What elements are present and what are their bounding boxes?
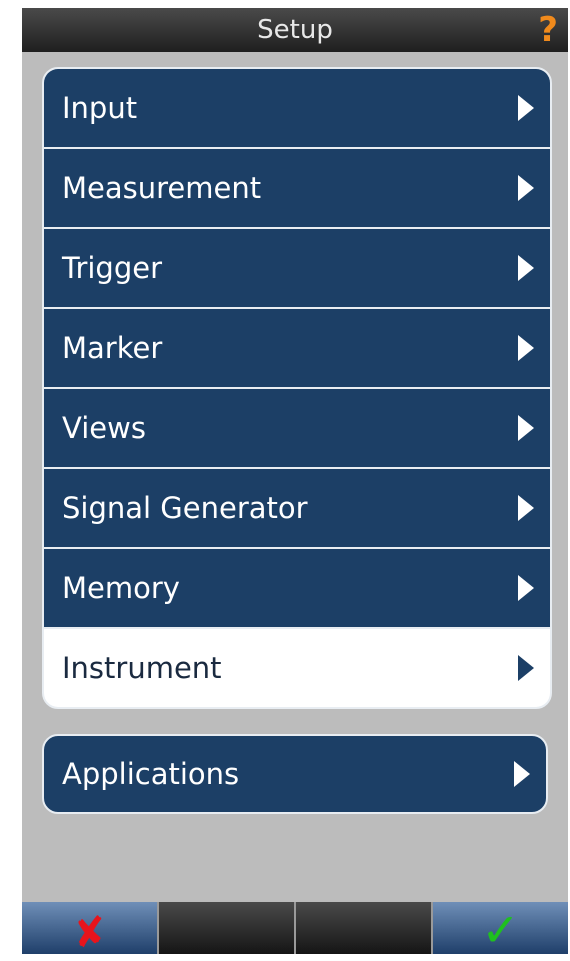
chevron-right-icon	[518, 95, 534, 121]
question-mark-icon[interactable]: ?	[538, 10, 558, 50]
page-title: Setup	[257, 15, 333, 45]
chevron-right-icon	[518, 335, 534, 361]
green-check-icon: ✓	[481, 903, 520, 954]
chevron-right-icon	[518, 415, 534, 441]
menu-item-label: Memory	[62, 571, 180, 605]
cancel-button[interactable]: ✘	[22, 902, 159, 954]
applications-label: Applications	[62, 757, 240, 791]
setup-menu: Input Measurement Trigger Marker Views S…	[42, 67, 552, 709]
ok-button[interactable]: ✓	[433, 902, 568, 954]
menu-item-views[interactable]: Views	[44, 389, 550, 467]
applications-button[interactable]: Applications	[42, 734, 548, 814]
menu-item-marker[interactable]: Marker	[44, 309, 550, 387]
bottom-toolbar: ✘ ✓	[22, 902, 568, 954]
menu-item-memory[interactable]: Memory	[44, 549, 550, 627]
chevron-right-icon	[518, 655, 534, 681]
menu-item-label: Signal Generator	[62, 491, 308, 525]
menu-item-label: Marker	[62, 331, 163, 365]
menu-item-input[interactable]: Input	[44, 69, 550, 147]
menu-item-measurement[interactable]: Measurement	[44, 149, 550, 227]
menu-item-label: Measurement	[62, 171, 262, 205]
setup-window: Setup ? Input Measurement Trigger Marker…	[22, 8, 568, 954]
chevron-right-icon	[518, 175, 534, 201]
chevron-right-icon	[518, 575, 534, 601]
chevron-right-icon	[518, 255, 534, 281]
menu-item-trigger[interactable]: Trigger	[44, 229, 550, 307]
red-x-icon: ✘	[69, 907, 110, 954]
menu-item-label: Views	[62, 411, 146, 445]
menu-item-signal-generator[interactable]: Signal Generator	[44, 469, 550, 547]
menu-item-instrument[interactable]: Instrument	[44, 629, 550, 707]
title-bar: Setup ?	[22, 8, 568, 52]
menu-item-label: Trigger	[62, 251, 163, 285]
chevron-right-icon	[514, 761, 530, 787]
menu-item-label: Input	[62, 91, 138, 125]
menu-item-label: Instrument	[62, 651, 222, 685]
chevron-right-icon	[518, 495, 534, 521]
softkey-3[interactable]	[296, 902, 433, 954]
softkey-2[interactable]	[159, 902, 296, 954]
